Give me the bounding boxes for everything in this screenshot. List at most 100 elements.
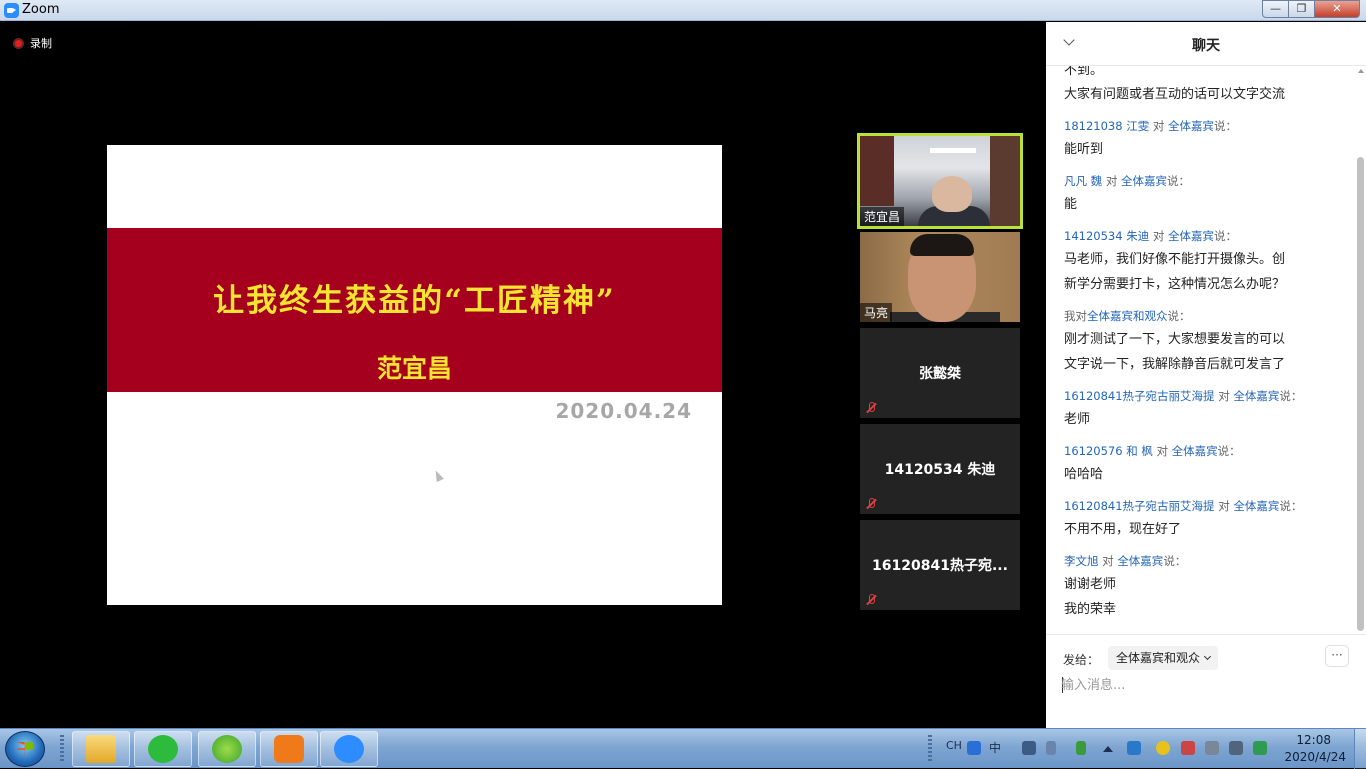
record-icon [13, 37, 24, 49]
chat-sender[interactable]: 16120841热子宛古丽艾海提 [1064, 389, 1215, 403]
show-desktop-button[interactable] [1354, 729, 1366, 769]
clock-time[interactable]: 12:08 [1296, 733, 1331, 747]
more-options-button[interactable]: ··· [1325, 645, 1349, 667]
scroll-up-icon[interactable] [1358, 69, 1364, 73]
chat-message-text: 我的荣幸 [1064, 602, 1117, 617]
chat-said-word: 说： [1214, 229, 1238, 243]
chat-message-text: 马老师，我们好像不能打开摄像头。创 [1064, 252, 1286, 267]
windows-taskbar: CH 中 12:08 2020/4/24 [0, 728, 1366, 769]
presentation-slide: 让我终生获益的“工匠精神” 范宜昌 2020.04.24 [107, 145, 722, 605]
video-background [930, 148, 976, 153]
chat-to-word: 对 [1102, 554, 1114, 568]
slide-author: 范宜昌 [376, 354, 452, 383]
ime-settings-icon[interactable] [1046, 741, 1056, 755]
chat-message-input[interactable] [1061, 673, 1341, 697]
chat-message-text: 大家有问题或者互动的话可以文字交流 [1064, 87, 1286, 102]
restore-button[interactable]: ❐ [1288, 0, 1315, 18]
participant-tile[interactable]: 马亮 [860, 232, 1020, 322]
network-icon[interactable] [1181, 741, 1195, 755]
chat-sender[interactable]: 16120576 和 枫 [1064, 444, 1153, 458]
chat-composer: 发给： 全体嘉宾和观众 ··· [1046, 634, 1366, 728]
start-button[interactable] [5, 731, 45, 767]
chat-message-text: 哈哈哈 [1064, 467, 1104, 482]
chat-message-header: 18121038 江雯 对 全体嘉宾说： [1064, 118, 1237, 134]
video-background [860, 136, 894, 206]
ime-indicator[interactable]: 中 [989, 739, 1001, 756]
volume-icon[interactable] [1229, 741, 1243, 755]
chat-to-word: 对 [1105, 174, 1118, 188]
chat-said-word: 说： [1279, 499, 1303, 513]
chat-said-word: 说： [1166, 174, 1190, 188]
chat-sender[interactable]: 凡凡 魏 [1064, 174, 1102, 188]
language-indicator[interactable]: CH [946, 739, 962, 752]
chat-said-word: 说： [1163, 554, 1187, 568]
chat-sender[interactable]: 16120841热子宛古丽艾海提 [1064, 499, 1215, 513]
chat-message-text: 新学分需要打卡，这种情况怎么办呢？ [1064, 277, 1286, 292]
taskbar-app-pdf[interactable] [260, 731, 318, 767]
participant-tile[interactable]: 张懿桀 [860, 328, 1020, 418]
chat-scroll-thumb[interactable] [1357, 157, 1364, 631]
participant-tile[interactable]: 范宜昌 [857, 133, 1023, 229]
chat-bubble-icon[interactable] [1127, 741, 1141, 755]
recipient-dropdown[interactable]: 全体嘉宾和观众 [1108, 646, 1219, 670]
mic-muted-icon [865, 498, 877, 510]
chevron-down-icon [1203, 652, 1212, 661]
chat-message-text: 谢谢老师 [1064, 577, 1117, 592]
chat-sender[interactable]: 18121038 江雯 [1064, 119, 1149, 133]
chat-sender[interactable]: 14120534 朱迪 [1064, 229, 1149, 243]
chat-said-word: 说： [1279, 389, 1303, 403]
wechat-icon [148, 735, 178, 763]
chat-message-text: 能 [1064, 197, 1078, 212]
minimize-button[interactable]: — [1262, 0, 1289, 18]
chat-panel: 聊天 不到。 大家有问题或者互动的话可以文字交流 18121038 江雯 对 全… [1046, 22, 1366, 728]
mic-muted-icon [865, 402, 877, 414]
chat-to-word: 对 [1218, 389, 1230, 403]
mic-muted-icon [865, 594, 877, 606]
chat-scrollbar[interactable] [1357, 69, 1364, 633]
usb-icon[interactable] [1076, 741, 1086, 755]
send-to-label: 发给： [1063, 653, 1100, 667]
tray-grip [928, 735, 932, 763]
participant-name: 16120841热子宛... [872, 558, 1008, 574]
chat-sender[interactable]: 李文旭 [1064, 554, 1099, 568]
chat-target: 全体嘉宾和观众 [1087, 309, 1168, 323]
recording-indicator[interactable]: 录制 [13, 35, 52, 51]
device-icon[interactable] [1205, 741, 1219, 755]
chat-message-list[interactable]: 不到。 大家有问题或者互动的话可以文字交流 18121038 江雯 对 全体嘉宾… [1046, 66, 1356, 634]
shield-icon[interactable] [1253, 741, 1267, 755]
recording-label: 录制 [30, 37, 52, 50]
qq-input-icon[interactable] [967, 741, 981, 755]
chat-said-word: 说： [1214, 119, 1238, 133]
participant-name: 张懿桀 [919, 366, 961, 382]
show-hidden-icons-icon[interactable] [1103, 745, 1113, 752]
chat-to-word: 对 [1152, 119, 1165, 133]
participant-tile[interactable]: 14120534 朱迪 [860, 424, 1020, 514]
chat-header: 聊天 [1046, 22, 1366, 66]
taskbar-app-explorer[interactable] [72, 731, 130, 767]
security-icon[interactable] [1156, 741, 1170, 755]
slide-title: 让我终生获益的“工匠精神” [213, 283, 616, 319]
chat-message-header: 我对全体嘉宾和观众说： [1064, 308, 1191, 324]
chat-message-text: 文字说一下，我解除静音后就可发言了 [1064, 357, 1286, 372]
chat-message-text: 老师 [1064, 412, 1091, 427]
chat-said-word: 说： [1217, 444, 1241, 458]
taskbar-app-ie[interactable] [198, 731, 256, 767]
taskbar-app-wechat[interactable] [134, 731, 192, 767]
chat-target: 全体嘉宾 [1233, 389, 1280, 403]
chat-message-text: 能听到 [1064, 142, 1104, 157]
clock-date[interactable]: 2020/4/24 [1284, 750, 1346, 764]
close-button[interactable]: ✕ [1314, 0, 1360, 18]
help-icon[interactable] [1022, 741, 1036, 755]
recipient-value: 全体嘉宾和观众 [1116, 651, 1201, 665]
chat-message-text: 不用不用，现在好了 [1064, 522, 1182, 537]
participant-tile[interactable]: 16120841热子宛... [860, 520, 1020, 610]
chat-message-header: 16120576 和 枫 对 全体嘉宾说： [1064, 443, 1241, 459]
chat-message-text: 不到。 [1064, 66, 1104, 78]
window-titlebar: Zoom — ❐ ✕ [0, 0, 1366, 21]
window-controls: — ❐ ✕ [1262, 0, 1360, 18]
chat-message-header: 凡凡 魏 对 全体嘉宾说： [1064, 173, 1190, 189]
chat-message-header: 14120534 朱迪 对 全体嘉宾说： [1064, 228, 1237, 244]
ie-icon [212, 735, 242, 763]
taskbar-app-zoom[interactable] [320, 731, 378, 767]
chat-to-word: 对 [1152, 229, 1165, 243]
